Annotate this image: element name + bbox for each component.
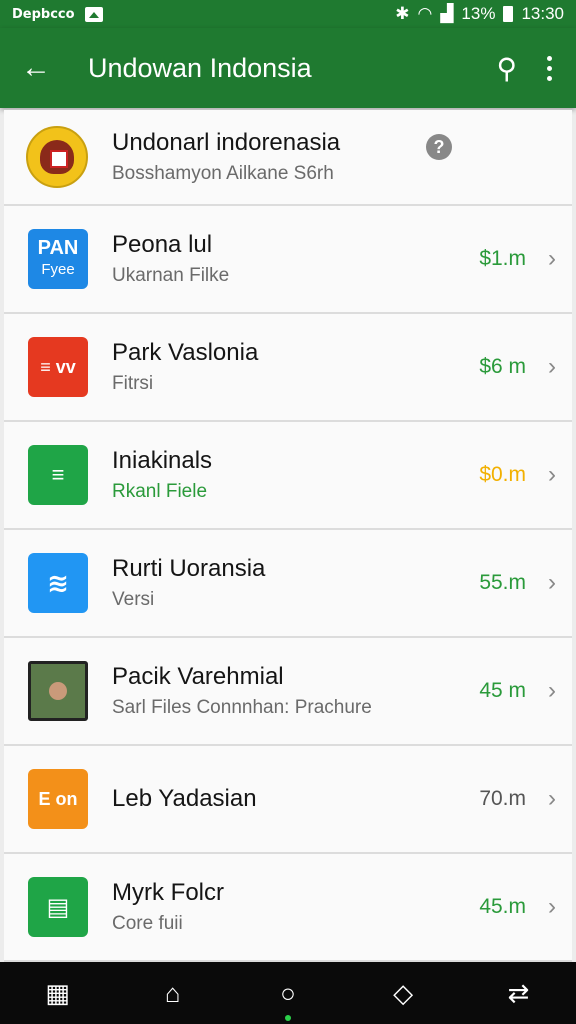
page-title: Undowan Indonsia: [88, 52, 312, 83]
chevron-right-icon: ›: [548, 569, 556, 596]
icon-text: E on: [38, 788, 78, 809]
clock: 13:30: [521, 4, 564, 23]
item-subtitle: Fitrsi: [112, 373, 154, 394]
list-item[interactable]: E on Leb Yadasian 70.m ›: [4, 746, 572, 854]
status-bar: Depbcco ✱ ◠ ▟ 13% 13:30: [0, 0, 576, 28]
system-nav-bar: ▦ ⌂ ○ ◇ ⇄: [0, 962, 576, 1024]
item-name: Iniakinals: [112, 447, 213, 474]
item-name: Undonarl indorenasia: [112, 129, 341, 156]
photo-thumbnail: [28, 661, 88, 721]
item-size: 55.m: [479, 571, 526, 594]
item-subtitle: Sarl Files Connnhan: Prachure: [112, 697, 372, 718]
bluetooth-icon: ✱: [395, 4, 410, 23]
apps-icon[interactable]: ▦: [34, 978, 82, 1009]
home-circle-icon[interactable]: ○: [264, 978, 312, 1021]
chevron-right-icon: ›: [548, 461, 556, 488]
item-size: 45.m: [479, 895, 526, 918]
item-subtitle: Ukarnan Filke: [112, 265, 230, 286]
icon-text: ≡ vv: [40, 356, 76, 377]
icon-subtext: Fyee: [41, 261, 75, 278]
item-subtitle: Bosshamyon Ailkane S6rh: [112, 163, 334, 184]
chevron-right-icon: ›: [548, 245, 556, 272]
file-list: Undonarl indorenasia Bosshamyon Ailkane …: [4, 110, 572, 962]
icon-text: PAN: [37, 237, 79, 259]
item-subtitle: Core fuii: [112, 913, 183, 934]
folder-icon: ≡: [28, 445, 88, 505]
list-item[interactable]: ▤ Myrk Folcr Core fuii 45.m ›: [4, 854, 572, 962]
battery-icon: [503, 6, 514, 22]
chevron-right-icon: ›: [548, 893, 556, 920]
item-subtitle: Rkanl Fiele: [112, 481, 208, 502]
pan-app-icon: PAN Fyee: [28, 229, 88, 289]
item-name: Peona lul: [112, 231, 213, 258]
battery-percent: 13%: [461, 4, 496, 23]
item-name: Rurti Uoransia: [112, 555, 266, 582]
orange-app-icon: E on: [28, 769, 88, 829]
list-item[interactable]: PAN Fyee Peona lul Ukarnan Filke $1.m ›: [4, 206, 572, 314]
item-name: Myrk Folcr: [112, 879, 224, 906]
item-name: Pacik Varehmial: [112, 663, 284, 690]
list-item[interactable]: ≋ Rurti Uoransia Versi 55.m ›: [4, 530, 572, 638]
item-size: 45 m: [479, 679, 526, 702]
item-name: Park Vaslonia: [112, 339, 259, 366]
signal-icon: ▟: [440, 4, 454, 23]
home-outline-icon[interactable]: ⌂: [149, 978, 197, 1009]
overflow-menu-icon[interactable]: [543, 55, 556, 81]
carrier-label: Depbcco: [12, 6, 75, 22]
chevron-right-icon: ›: [548, 353, 556, 380]
item-size: $0.m: [479, 463, 526, 486]
item-size: 70.m: [479, 787, 526, 810]
list-item[interactable]: Undonarl indorenasia Bosshamyon Ailkane …: [4, 110, 572, 206]
emblem-icon: [26, 126, 88, 188]
gallery-notification-icon: [84, 6, 103, 22]
active-indicator: [284, 1014, 291, 1021]
bookmark-icon[interactable]: ◇: [379, 978, 427, 1009]
item-subtitle: Versi: [112, 589, 155, 610]
list-item[interactable]: Pacik Varehmial Sarl Files Connnhan: Pra…: [4, 638, 572, 746]
recents-icon[interactable]: ⇄: [494, 978, 542, 1009]
item-size: $6 m: [479, 355, 526, 378]
help-icon[interactable]: ?: [426, 134, 452, 160]
red-app-icon: ≡ vv: [28, 337, 88, 397]
chevron-right-icon: ›: [548, 677, 556, 704]
wave-app-icon: ≋: [28, 553, 88, 613]
item-size: $1.m: [479, 247, 526, 270]
item-name: Leb Yadasian: [112, 785, 257, 812]
search-icon[interactable]: ⚲: [496, 52, 517, 85]
list-item[interactable]: ≡ vv Park Vaslonia Fitrsi $6 m ›: [4, 314, 572, 422]
sheets-icon: ▤: [28, 877, 88, 937]
list-item[interactable]: ≡ Iniakinals Rkanl Fiele $0.m ›: [4, 422, 572, 530]
back-arrow-icon[interactable]: ←: [0, 51, 72, 85]
chevron-right-icon: ›: [548, 785, 556, 812]
wifi-icon: ◠: [417, 4, 433, 23]
app-bar: ← Undowan Indonsia ⚲: [0, 28, 576, 108]
